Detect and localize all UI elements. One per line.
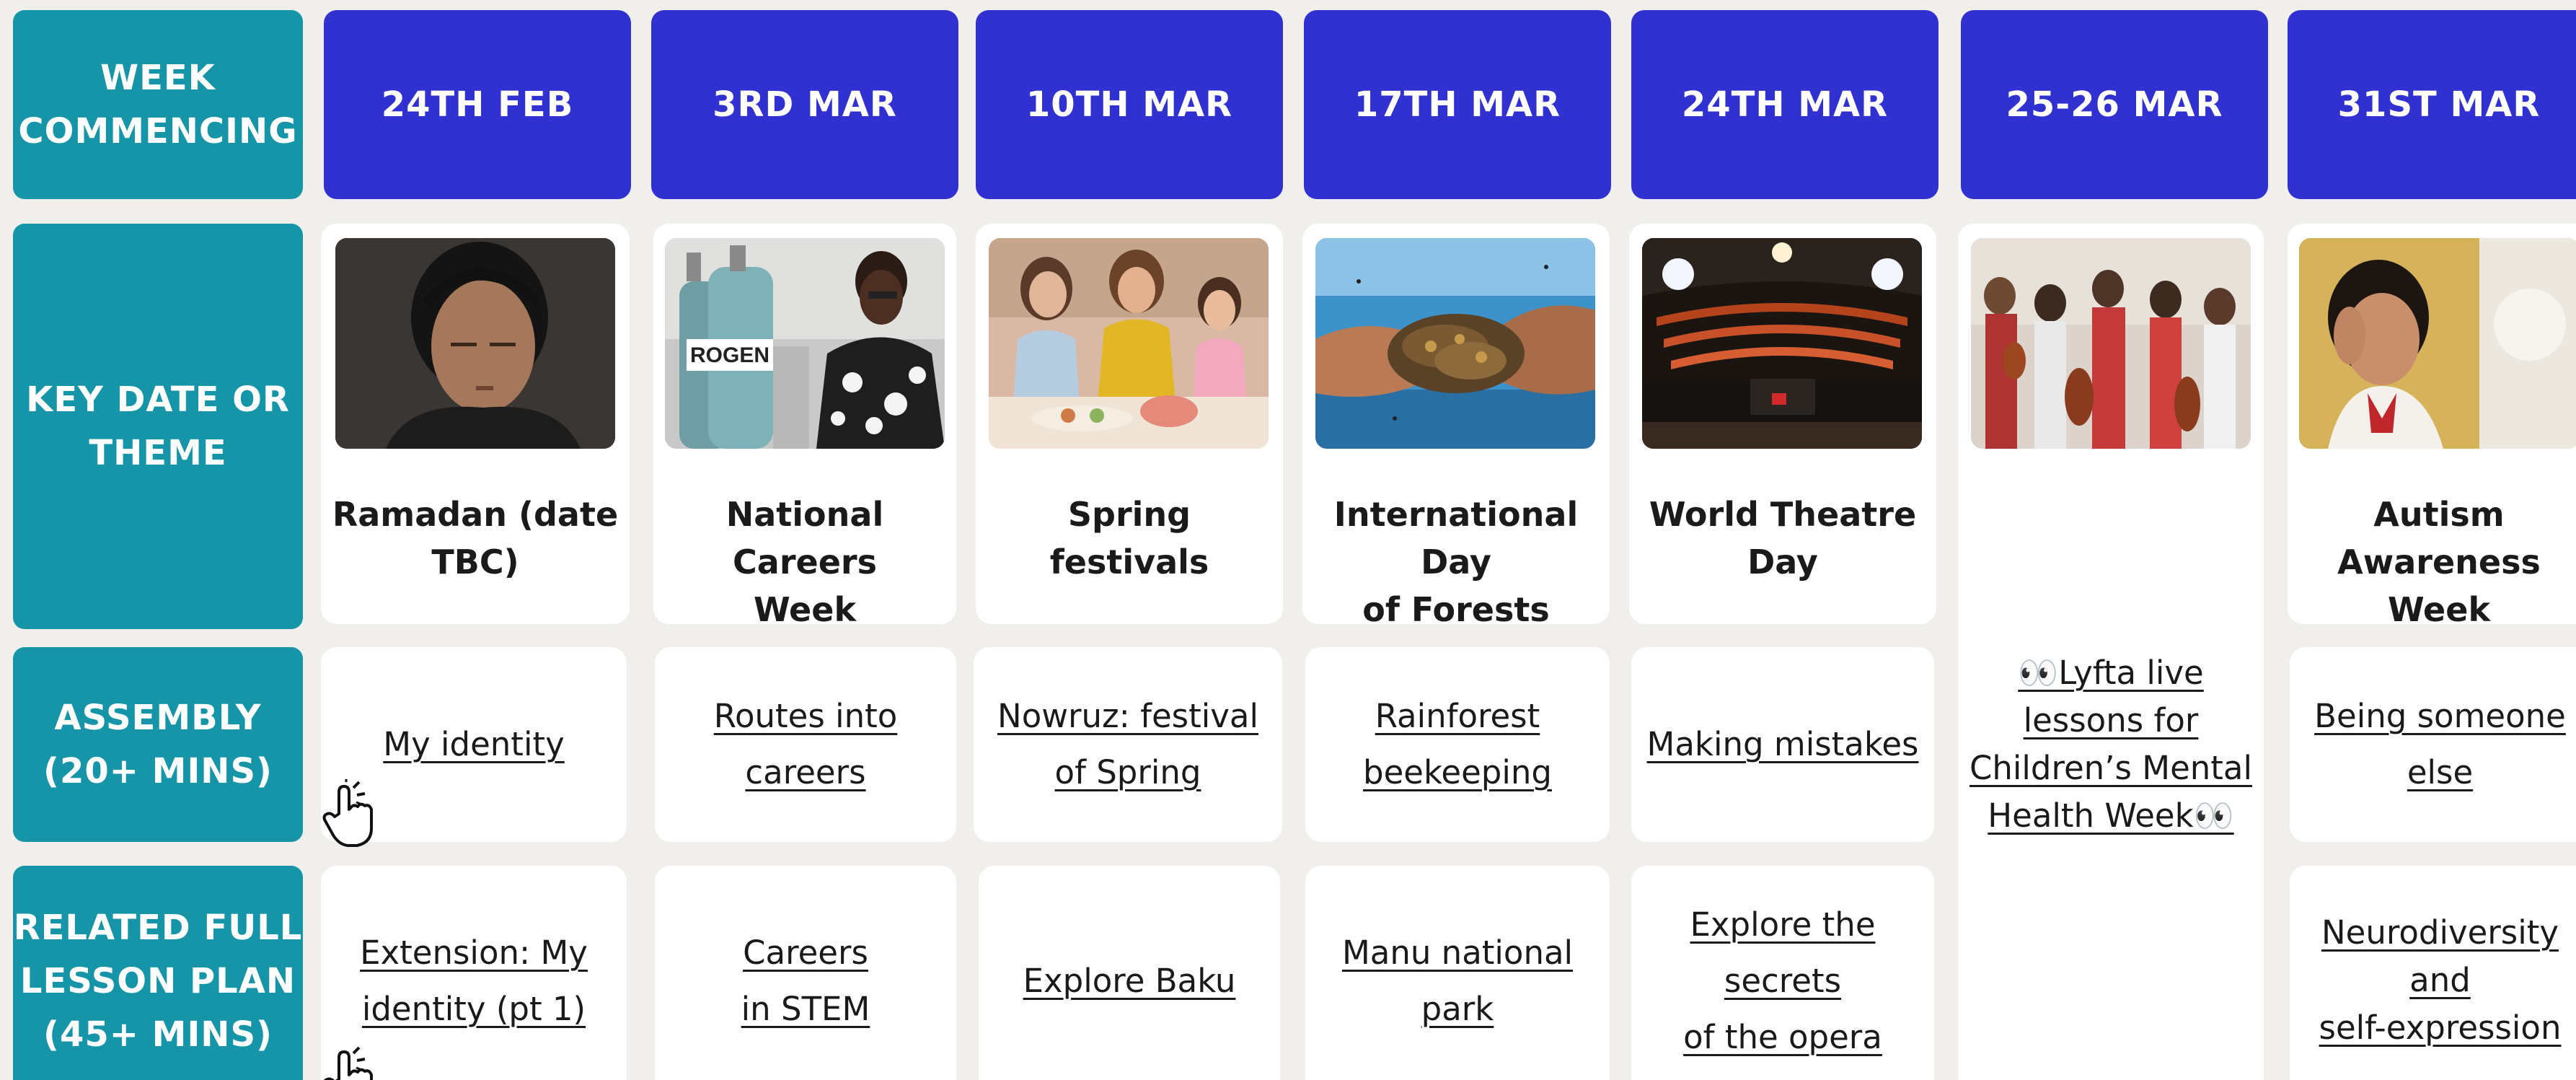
theme-card: Ramadan (date TBC) [321, 224, 630, 624]
week-header: 24TH FEB [324, 10, 631, 199]
hand-pointer-click-icon [317, 779, 382, 851]
assembly-link[interactable]: Making mistakes [1647, 716, 1919, 773]
cylinder-label: ROGEN [690, 343, 769, 367]
planner-page: WEEK COMMENCING KEY DATE OR THEME ASSEMB… [0, 0, 2576, 1080]
lesson-link-box: Neurodiversity and self-expression [2290, 909, 2576, 1052]
theme-card: International Day of Forests [1302, 224, 1610, 629]
week-header: 17TH MAR [1304, 10, 1611, 199]
assembly-card: Making mistakes [1631, 647, 1934, 842]
lesson-card: Explore the secrets of the opera [1631, 866, 1934, 1080]
theme-card: Spring festivals [976, 224, 1283, 624]
theme-card: Autism Awareness Week [2288, 224, 2576, 629]
lesson-link[interactable]: Neurodiversity and self-expression [2290, 909, 2576, 1052]
row-header-assembly: ASSEMBLY (20+ MINS) [13, 647, 303, 842]
hand-pointer-click-icon [317, 1045, 382, 1080]
boy-eyes-closed-photo [335, 238, 615, 449]
assembly-link[interactable]: My identity [383, 716, 564, 773]
live-lesson-link[interactable]: 👀Lyfta live lessons for Children’s Menta… [1970, 649, 2252, 840]
theme-title: National Careers Week [725, 495, 884, 629]
scientist-gas-cylinders-photo: ROGEN [665, 238, 945, 449]
live-lesson-link-box: 👀Lyfta live lessons for Children’s Menta… [1958, 647, 2264, 842]
lesson-link[interactable]: Explore Baku [1023, 953, 1236, 1009]
hands-honeycomb-photo [1315, 238, 1595, 449]
theme-title: International Day of Forests [1333, 495, 1579, 629]
row-header-lesson-plan: RELATED FULL LESSON PLAN (45+ MINS) [13, 866, 303, 1080]
theme-title: Ramadan (date TBC) [332, 495, 619, 581]
assembly-card: Routes into careers [655, 647, 956, 842]
week-header: 25-26 MAR [1961, 10, 2268, 199]
children-violins-photo [1971, 238, 2251, 449]
lesson-card: Careers in STEM [655, 866, 956, 1080]
theme-card: World Theatre Day [1629, 224, 1936, 624]
assembly-card: Rainforest beekeeping [1305, 647, 1610, 842]
assembly-card: Being someone else [2290, 647, 2576, 842]
lesson-link[interactable]: Extension: My identity (pt 1) [360, 925, 588, 1037]
child-covering-ear-photo [2299, 238, 2576, 449]
theme-card: ROGEN National Careers Week [653, 224, 956, 629]
girls-festival-table-photo [989, 238, 1269, 449]
lesson-card: Neurodiversity and self-expression [2290, 866, 2576, 1080]
lesson-link[interactable]: Manu national park [1342, 925, 1573, 1037]
assembly-link[interactable]: Nowruz: festival of Spring [997, 688, 1258, 801]
assembly-link[interactable]: Routes into careers [714, 688, 898, 801]
live-lesson-card: 👀Lyfta live lessons for Children’s Menta… [1958, 224, 2264, 1080]
week-header: 3RD MAR [651, 10, 958, 199]
lesson-card: Explore Baku [979, 866, 1280, 1080]
week-header: 10TH MAR [976, 10, 1283, 199]
assembly-link[interactable]: Being someone else [2314, 688, 2566, 801]
assembly-card: Nowruz: festival of Spring [974, 647, 1282, 842]
lesson-card: Manu national park [1305, 866, 1610, 1080]
row-header-week-commencing: WEEK COMMENCING [13, 10, 303, 199]
assembly-link[interactable]: Rainforest beekeeping [1363, 688, 1552, 801]
week-header: 24TH MAR [1631, 10, 1938, 199]
theme-title: World Theatre Day [1649, 495, 1917, 581]
opera-house-stage-photo [1642, 238, 1922, 449]
week-header: 31ST MAR [2288, 10, 2576, 199]
row-header-key-date: KEY DATE OR THEME [13, 224, 303, 629]
theme-title: Spring festivals [1049, 495, 1209, 581]
lesson-link[interactable]: Explore the secrets of the opera [1631, 897, 1934, 1066]
theme-title: Autism Awareness Week [2337, 495, 2541, 629]
lesson-link[interactable]: Careers in STEM [741, 925, 870, 1037]
